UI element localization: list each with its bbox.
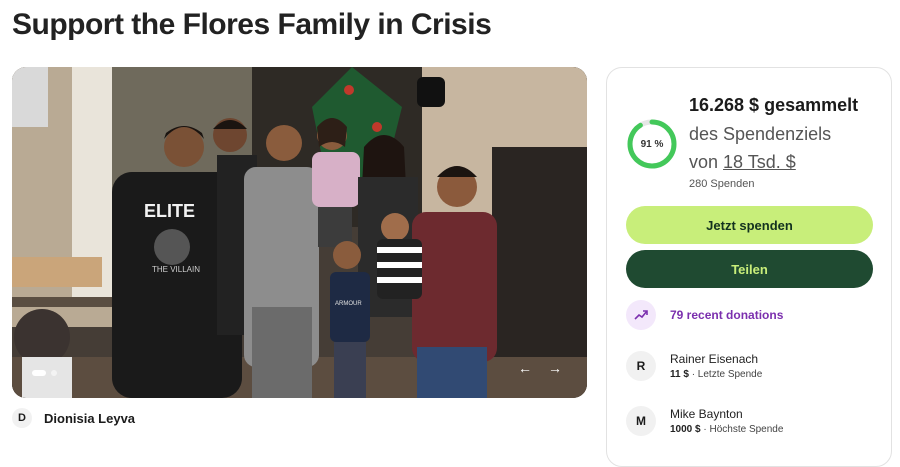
progress-percent: 91 % [640, 138, 664, 150]
organizer-name: Dionisia Leyva [44, 410, 136, 426]
donor-name: Rainer Eisenach [670, 352, 759, 366]
donor-meta: 1000 $ · Höchste Spende [670, 424, 783, 435]
share-button[interactable]: Teilen [626, 250, 873, 288]
donor-amount: 11 $ [670, 369, 689, 380]
recent-donations-label: 79 recent donations [670, 308, 784, 322]
donor-item: R Rainer Eisenach 11 $ · Letzte Spende [626, 351, 762, 381]
shirt-print-text: ELITE [144, 201, 195, 221]
donor-meta: 11 $ · Letzte Spende [670, 369, 762, 380]
small-shirt-print-text: ARMOUR [335, 301, 362, 307]
goal-amount[interactable]: 18 Tsd. $ [723, 152, 796, 172]
donor-note: · Höchste Spende [700, 424, 784, 435]
donor-avatar: M [626, 406, 656, 436]
donation-card: 91 % 16.268 $ gesammelt des Spendenziels… [606, 67, 892, 467]
carousel-dot[interactable] [51, 370, 57, 376]
organizer-avatar: D [12, 408, 32, 428]
donate-button[interactable]: Jetzt spenden [626, 206, 873, 244]
donor-amount: 1000 $ [670, 424, 701, 435]
organizer[interactable]: D Dionisia Leyva [12, 408, 135, 428]
family-photo-image: ELITE THE VILLAIN ARMOUR [12, 67, 587, 398]
arrow-right-icon[interactable]: → [543, 356, 567, 380]
recent-donations-link[interactable]: 79 recent donations [626, 300, 783, 330]
trending-up-icon [626, 300, 656, 330]
donor-avatar: R [626, 351, 656, 381]
donor-item: M Mike Baynton 1000 $ · Höchste Spende [626, 406, 783, 436]
campaign-photo[interactable]: ELITE THE VILLAIN ARMOUR ← → [12, 67, 587, 398]
goal-amount-line: von 18 Tsd. $ [689, 152, 796, 173]
page-title: Support the Flores Family in Crisis [12, 8, 492, 41]
donor-name: Mike Baynton [670, 407, 743, 421]
donor-note: · Letzte Spende [688, 369, 763, 380]
arrow-left-icon[interactable]: ← [513, 356, 537, 380]
amount-raised: 16.268 $ gesammelt [689, 95, 859, 115]
goal-von: von [689, 152, 719, 172]
carousel-dots [32, 370, 57, 376]
donation-count: 280 Spenden [689, 178, 755, 190]
shirt-print-subtext: THE VILLAIN [152, 265, 200, 274]
carousel-dot[interactable] [32, 370, 46, 376]
goal-label: des Spendenziels [689, 124, 832, 144]
